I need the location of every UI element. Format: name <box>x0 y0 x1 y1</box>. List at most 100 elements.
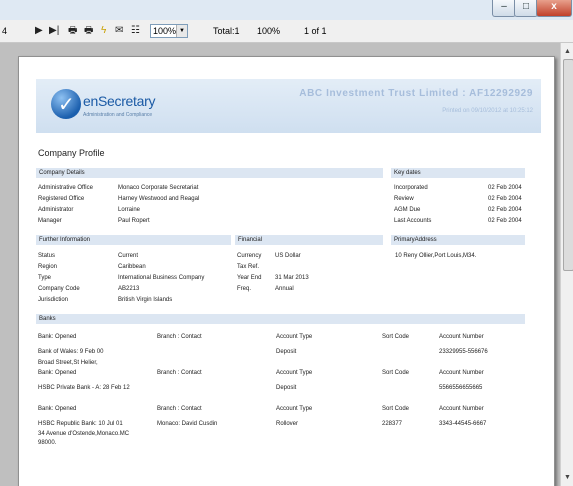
report-title: Company Profile <box>38 148 105 158</box>
total-label: Total:1 <box>213 26 240 36</box>
scroll-down-icon[interactable]: ▼ <box>561 471 573 484</box>
bank-col-number: Account Number <box>439 334 484 340</box>
field-value: Paul Ropert <box>118 218 150 224</box>
field-value: Monaco Corporate Secretariat <box>118 185 199 191</box>
field-value: 31 Mar 2013 <box>275 275 309 281</box>
field-value: British Virgin Islands <box>118 297 173 303</box>
bank-col-sort: Sort Code <box>382 370 410 376</box>
field-label: Incorporated <box>394 185 428 191</box>
bank-name: HSBC Republic Bank: 10 Jul 01 <box>38 421 123 427</box>
field-label: Administrative Office <box>38 185 93 191</box>
field-label: Manager <box>38 218 62 224</box>
field-label: Freq. <box>237 286 252 292</box>
bank-col-type: Account Type <box>276 334 313 340</box>
section-heading: Further Information <box>39 237 91 243</box>
bank-address: 34 Avenue d'Ostende,Monaco.MC <box>38 431 130 437</box>
last-page-icon[interactable]: ▶| <box>49 20 59 42</box>
field-label: Review <box>394 196 414 202</box>
minimize-button[interactable]: – <box>492 0 516 17</box>
section-primary-address: PrimaryAddress <box>391 235 525 245</box>
section-company-details: Company Details <box>36 168 383 178</box>
bank-col-type: Account Type <box>276 406 313 412</box>
scroll-up-icon[interactable]: ▲ <box>561 45 573 58</box>
field-value: Annual <box>275 286 294 292</box>
bank-col-number: Account Number <box>439 406 484 412</box>
field-label: Last Accounts <box>394 218 432 224</box>
bank-name: Bank of Wales: 9 Feb 00 <box>38 349 104 355</box>
field-label: Year End <box>237 275 262 281</box>
chevron-down-icon[interactable]: ▼ <box>176 25 187 37</box>
section-heading: Financial <box>238 237 263 243</box>
report-page: ✓ enSecretary Administration and Complia… <box>18 56 555 486</box>
print-icon[interactable]: 🖶 <box>68 20 77 42</box>
printed-timestamp: Printed on 09/10/2012 at 10:25:12 <box>442 108 533 114</box>
bank-address: Broad Street,St Helier, <box>38 360 98 366</box>
print-setup-icon[interactable]: 🖶 <box>84 20 93 42</box>
bank-col-type: Account Type <box>276 370 313 376</box>
bank-col-opened: Bank: Opened <box>38 406 77 412</box>
field-value: Lorraine <box>118 207 141 213</box>
field-label: Region <box>38 264 58 270</box>
bank-col-sort: Sort Code <box>382 334 410 340</box>
field-value: 02 Feb 2004 <box>488 185 522 191</box>
field-label: Registered Office <box>38 196 85 202</box>
bank-sort-code: 228377 <box>382 421 403 427</box>
section-heading: Key dates <box>394 170 421 176</box>
company-title: ABC Investment Trust Limited : AF1229292… <box>299 88 533 99</box>
page-of-label: 1 of 1 <box>304 26 327 36</box>
field-value: 02 Feb 2004 <box>488 207 522 213</box>
bank-col-number: Account Number <box>439 370 484 376</box>
primary-address-value: 10 Reny Ollier,Port Louis,M34. <box>395 253 477 259</box>
maximize-button[interactable]: □ <box>514 0 538 17</box>
section-financial: Financial <box>235 235 383 245</box>
bank-account-number: 23329955-556676 <box>439 349 488 355</box>
bank-col-sort: Sort Code <box>382 406 410 412</box>
field-value: Harney Westwood and Reagal <box>118 196 200 202</box>
bank-account-number: 5566556655665 <box>439 385 483 391</box>
zoom-select-value: 100% <box>153 26 177 36</box>
close-button[interactable]: x <box>536 0 572 17</box>
field-label: Currency <box>237 253 262 259</box>
field-label: Type <box>38 275 52 281</box>
bank-col-opened: Bank: Opened <box>38 334 77 340</box>
field-label: Administrator <box>38 207 74 213</box>
bank-name: HSBC Private Bank - A: 28 Feb 12 <box>38 385 130 391</box>
section-further-information: Further Information <box>36 235 231 245</box>
bank-branch-contact: Monaco: David Cusdin <box>157 421 218 427</box>
report-viewer: ✓ enSecretary Administration and Complia… <box>0 43 560 486</box>
bank-account-type: Deposit <box>276 385 297 391</box>
bank-address: 98000. <box>38 440 57 446</box>
section-heading: Banks <box>39 316 56 322</box>
bank-col-branch: Branch : Contact <box>157 370 202 376</box>
bank-account-type: Deposit <box>276 349 297 355</box>
field-label: Tax Ref. <box>237 264 260 270</box>
bank-account-type: Rollover <box>276 421 299 427</box>
field-label: AGM Due <box>394 207 421 213</box>
section-key-dates: Key dates <box>391 168 525 178</box>
bank-col-opened: Bank: Opened <box>38 370 77 376</box>
field-value: International Business Company <box>118 275 205 281</box>
section-heading: PrimaryAddress <box>394 237 437 243</box>
field-value: US Dollar <box>275 253 301 259</box>
zoom-select[interactable]: 100% ▼ <box>150 24 188 38</box>
scroll-thumb[interactable] <box>563 59 573 271</box>
field-value: 02 Feb 2004 <box>488 196 522 202</box>
lightning-icon[interactable]: ϟ <box>101 20 106 42</box>
tree-icon[interactable]: ☷ <box>131 20 140 42</box>
field-value: 02 Feb 2004 <box>488 218 522 224</box>
report-banner: ✓ enSecretary Administration and Complia… <box>36 79 541 133</box>
zoom-percent-label: 100% <box>257 26 281 36</box>
play-next-icon[interactable]: ▶ <box>35 20 43 42</box>
email-icon[interactable]: ✉ <box>115 20 123 42</box>
bank-col-branch: Branch : Contact <box>157 334 202 340</box>
field-value: Caribbean <box>118 264 146 270</box>
logo-subtitle: Administration and Compliance <box>83 112 153 118</box>
page-indicator: 4 <box>2 26 8 36</box>
report-toolbar: 4 ▶ ▶| 🖶 🖶 ϟ ✉ ☷ 100% ▼ Total:1 100% 1 o… <box>0 20 573 43</box>
logo-text: enSecretary <box>83 93 156 109</box>
field-label: Jurisdiction <box>38 297 69 303</box>
window-titlebar: – □ x <box>0 0 573 20</box>
vertical-scrollbar[interactable]: ▲ ▼ <box>560 43 573 486</box>
bank-col-branch: Branch : Contact <box>157 406 202 412</box>
bank-account-number: 3343-44545-6667 <box>439 421 487 427</box>
